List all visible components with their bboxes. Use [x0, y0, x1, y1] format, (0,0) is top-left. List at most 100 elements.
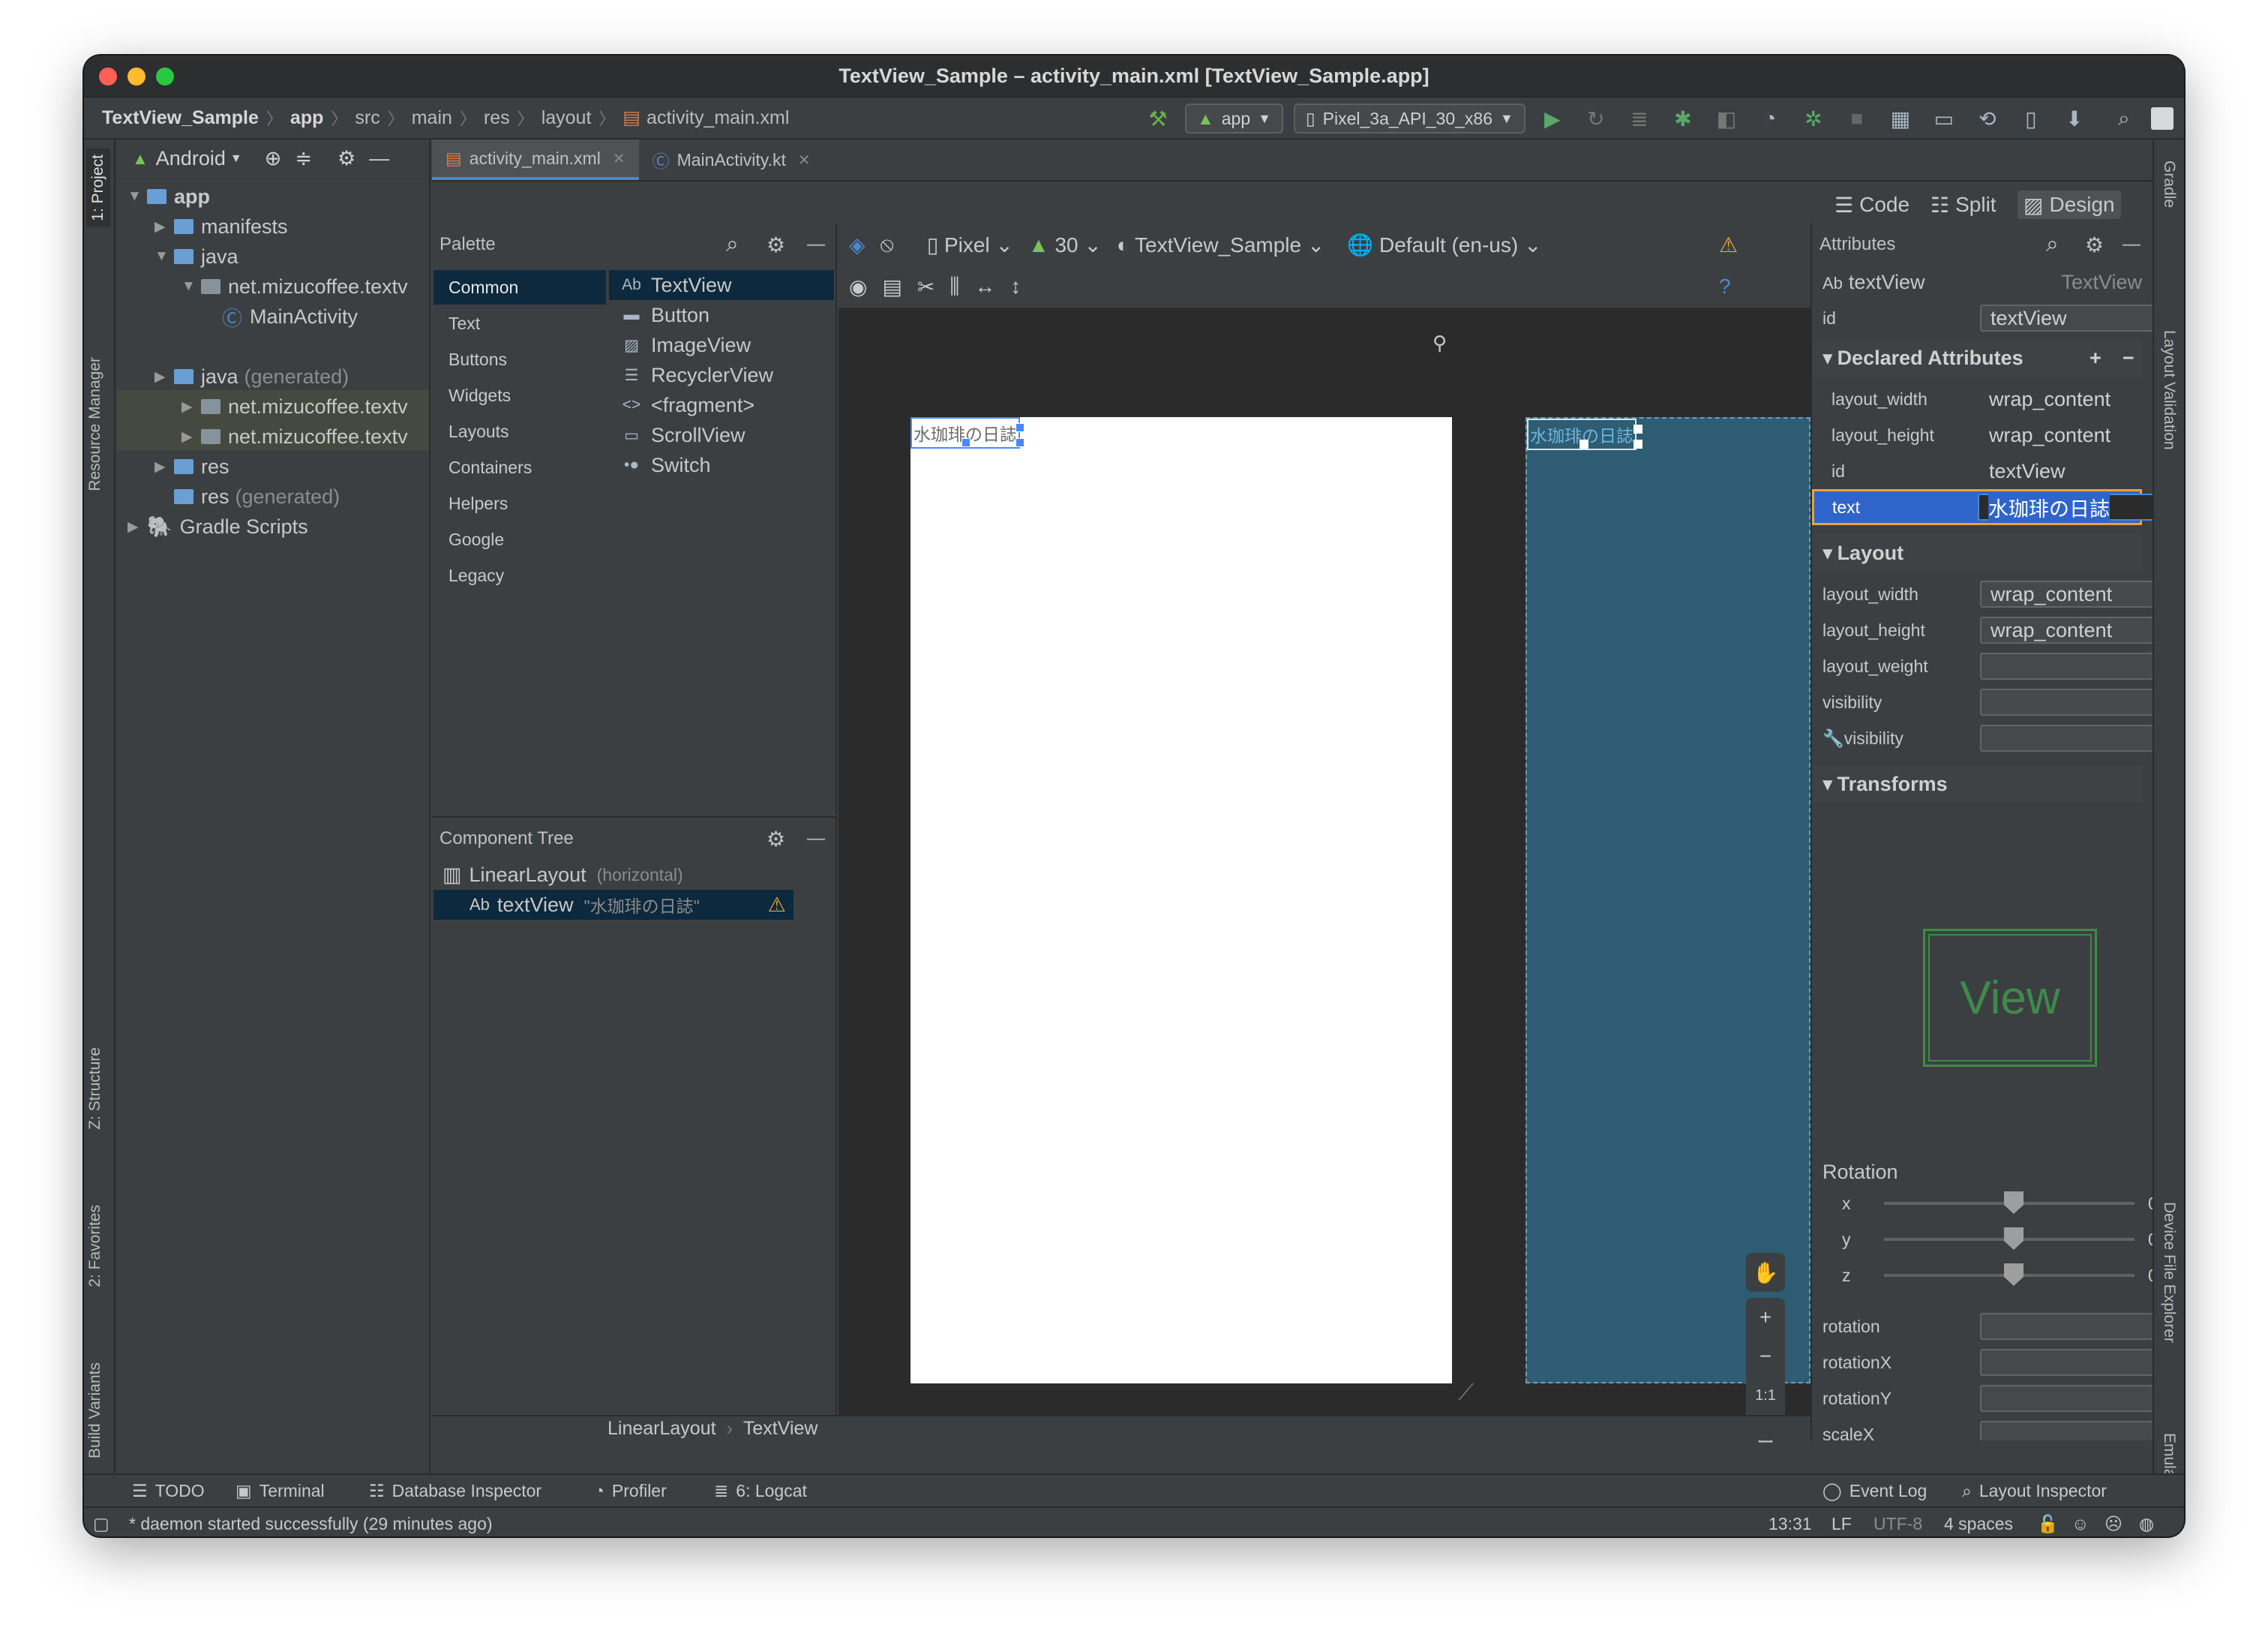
- expand-vertical-icon[interactable]: ↕: [1010, 275, 1021, 299]
- project-structure-icon[interactable]: ▦: [1884, 102, 1917, 135]
- panel-toggle-icon[interactable]: ▢: [93, 1514, 110, 1534]
- hide-panel-icon[interactable]: —: [807, 234, 825, 255]
- rotation-y-slider[interactable]: [1884, 1227, 2134, 1250]
- attach-debugger-icon[interactable]: ✲: [1797, 102, 1830, 135]
- slider-thumb[interactable]: [2004, 1227, 2024, 1250]
- code-view-button[interactable]: ☰ Code: [1828, 191, 1916, 219]
- breadcrumb-layout[interactable]: layout: [542, 107, 592, 129]
- search-icon[interactable]: ⌕: [2108, 102, 2140, 135]
- breadcrumb-linearlayout[interactable]: LinearLayout: [608, 1418, 716, 1440]
- layout-section[interactable]: ▾ Layout: [1812, 534, 2142, 572]
- palette-category-buttons[interactable]: Buttons: [434, 342, 606, 377]
- split-view-button[interactable]: ☷ Split: [1924, 191, 2002, 219]
- palette-category-containers[interactable]: Containers: [434, 450, 606, 485]
- design-canvas[interactable]: ⚲ 水珈琲の日誌 水珈琲の日誌 ⟋ ✋ + − 1:1 ⊡: [838, 308, 1810, 1454]
- palette-category-text[interactable]: Text: [434, 306, 606, 341]
- rerun-icon[interactable]: ↻: [1580, 102, 1612, 135]
- layout-width-select[interactable]: wrap_content▼: [1980, 581, 2152, 608]
- hammer-icon[interactable]: ⚒: [1142, 102, 1174, 135]
- transforms-section[interactable]: ▾ Transforms: [1812, 765, 2142, 803]
- tool-terminal[interactable]: ▣ Terminal: [236, 1481, 325, 1501]
- tree-item-mainactivity[interactable]: Ⓒ MainActivity: [222, 302, 358, 332]
- breadcrumb-textview[interactable]: TextView: [743, 1418, 818, 1440]
- collapse-all-icon[interactable]: ≑: [295, 147, 312, 170]
- rotation-z-slider[interactable]: [1884, 1263, 2134, 1286]
- run-config-combo[interactable]: ▲ app ▼: [1185, 104, 1283, 134]
- avatar[interactable]: [2150, 107, 2174, 130]
- line-separator[interactable]: LF: [1832, 1514, 1852, 1534]
- hide-panel-icon[interactable]: —: [369, 147, 389, 170]
- profile-icon[interactable]: ◔: [1754, 102, 1786, 135]
- tab-structure[interactable]: Z: Structure: [86, 1047, 104, 1130]
- target-icon[interactable]: ⊕: [265, 147, 282, 170]
- tools-visibility-select[interactable]: ▼: [1980, 725, 2152, 752]
- tool-profiler[interactable]: ◔ Profiler: [594, 1481, 667, 1501]
- expand-horizontal-icon[interactable]: ↔: [974, 275, 995, 299]
- layout-editor-icon[interactable]: ▭: [1928, 102, 1960, 135]
- rotationx-input[interactable]: [1980, 1349, 2152, 1376]
- tool-todo[interactable]: ☰ TODO: [132, 1481, 205, 1501]
- palette-item-fragment[interactable]: <> <fragment>: [609, 390, 834, 420]
- hide-panel-icon[interactable]: —: [807, 828, 825, 849]
- warning-icon[interactable]: ⚠: [768, 894, 786, 917]
- resize-handle[interactable]: [1580, 440, 1588, 449]
- pan-hand-icon[interactable]: ✋: [1753, 1253, 1779, 1292]
- file-encoding[interactable]: UTF-8: [1874, 1514, 1922, 1534]
- debug-icon[interactable]: ✱: [1666, 102, 1700, 135]
- project-view-mode[interactable]: Android: [156, 147, 226, 170]
- tab-layout-validation[interactable]: Layout Validation: [2160, 330, 2178, 450]
- breadcrumb-app[interactable]: app: [290, 107, 323, 129]
- zoom-actual-button[interactable]: 1:1: [1755, 1376, 1776, 1415]
- tab-resource-manager[interactable]: Resource Manager: [86, 357, 104, 491]
- gear-icon[interactable]: ⚙: [2085, 233, 2104, 257]
- palette-category-helpers[interactable]: Helpers: [434, 486, 606, 521]
- id-input[interactable]: textView: [1980, 305, 2152, 332]
- palette-item-scrollview[interactable]: ▭ ScrollView: [609, 420, 834, 450]
- status-message[interactable]: * daemon started successfully (29 minute…: [129, 1514, 493, 1534]
- close-window-button[interactable]: [99, 68, 117, 86]
- blueprint-preview[interactable]: 水珈琲の日誌: [1526, 417, 1810, 1383]
- sdk-manager-icon[interactable]: ⬇: [2058, 102, 2091, 135]
- design-view-button[interactable]: ▨ Design: [2018, 191, 2121, 219]
- indent-setting[interactable]: 4 spaces: [1944, 1514, 2013, 1534]
- tab-gradle[interactable]: Gradle: [2160, 161, 2178, 208]
- margin-icon[interactable]: ▤: [882, 275, 902, 299]
- declared-layout-height-value[interactable]: wrap_content▼: [1980, 422, 2152, 449]
- palette-category-layouts[interactable]: Layouts: [434, 414, 606, 449]
- hide-panel-icon[interactable]: —: [2122, 234, 2140, 255]
- palette-category-legacy[interactable]: Legacy: [434, 558, 606, 593]
- resize-grip-icon[interactable]: ⟋: [1458, 1380, 1474, 1406]
- rotation-input[interactable]: [1980, 1313, 2152, 1340]
- zoom-out-button[interactable]: −: [1760, 1337, 1772, 1376]
- gear-icon[interactable]: ⚙: [338, 147, 356, 170]
- tree-item-package-test[interactable]: ▶ net.mizucoffee.textv: [182, 392, 408, 422]
- caret-position[interactable]: 13:31: [1768, 1514, 1812, 1534]
- rotationy-input[interactable]: [1980, 1385, 2152, 1412]
- palette-item-textview[interactable]: Ab TextView: [609, 270, 834, 300]
- breadcrumb-main[interactable]: main: [412, 107, 452, 129]
- resize-handle[interactable]: [1016, 423, 1024, 432]
- remove-attribute-icon[interactable]: −: [2122, 347, 2134, 370]
- tree-item-gradle-scripts[interactable]: ▶ 🐘 Gradle Scripts: [128, 512, 308, 542]
- orientation-icon[interactable]: ⦸: [880, 233, 894, 257]
- declared-layout-width-value[interactable]: wrap_content▼: [1980, 386, 2152, 413]
- palette-category-common[interactable]: Common: [434, 270, 606, 305]
- api-selector[interactable]: ▲ 30 ⌄: [1028, 233, 1102, 257]
- pin-icon[interactable]: ⚲: [1432, 332, 1447, 355]
- tree-item-res[interactable]: ▶ res: [154, 452, 230, 482]
- tab-build-variants[interactable]: Build Variants: [86, 1362, 104, 1458]
- tree-item-manifests[interactable]: ▶ manifests: [154, 212, 288, 242]
- palette-item-imageview[interactable]: ▨ ImageView: [609, 330, 834, 360]
- theme-selector[interactable]: ◐ TextView_Sample ⌄: [1117, 233, 1324, 257]
- tree-item-java-generated[interactable]: ▶ java (generated): [154, 362, 349, 392]
- visibility-select[interactable]: ▼: [1980, 689, 2152, 716]
- tab-mainactivity[interactable]: Ⓒ MainActivity.kt ✕: [639, 140, 824, 180]
- resize-handle[interactable]: [1634, 425, 1642, 434]
- design-preview[interactable]: 水珈琲の日誌: [910, 417, 1452, 1383]
- rotation-x-slider[interactable]: [1884, 1191, 2134, 1214]
- tool-layout-inspector[interactable]: ⌕ Layout Inspector: [1962, 1481, 2107, 1501]
- tool-event-log[interactable]: ◯ Event Log: [1822, 1481, 1927, 1501]
- sync-gradle-icon[interactable]: ⟲: [1971, 102, 2004, 135]
- breadcrumb-file[interactable]: activity_main.xml: [646, 107, 789, 129]
- help-icon[interactable]: ?: [1719, 275, 1731, 299]
